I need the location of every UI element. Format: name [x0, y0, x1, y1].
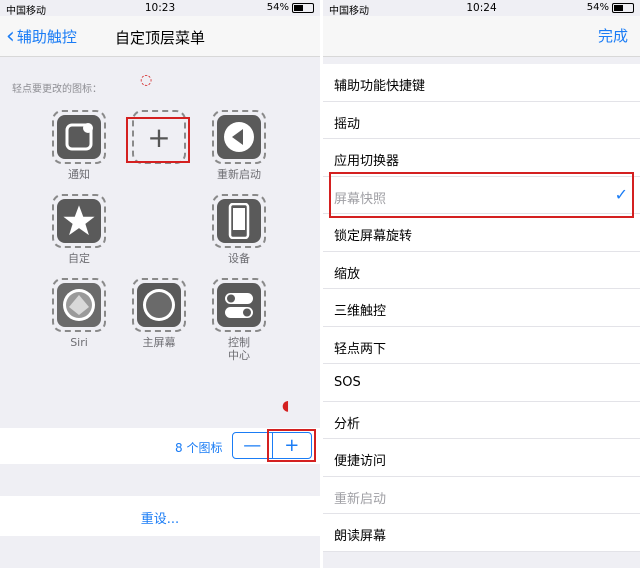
annotation-mark: ◌: [140, 72, 153, 88]
list-item-label: 重新启动: [334, 491, 387, 507]
list-item-label: 轻点两下: [334, 341, 387, 357]
page-title: 自定顶层菜单: [114, 29, 205, 47]
tile-restart[interactable]: [212, 110, 266, 164]
list-item-shake[interactable]: 摇动: [323, 102, 640, 139]
left-screen: 中国移动 10:23 54% ‹ 辅助触控 自定顶层菜单 轻点要更改的图标： ◌…: [0, 0, 320, 568]
list-item-screenshot[interactable]: 屏幕快照 ✓: [323, 171, 640, 218]
battery-percent: 54%: [586, 2, 609, 13]
device-icon: [217, 199, 261, 243]
action-list: 辅助功能快捷键 摇动 应用切换器 屏幕快照 ✓ 锁定屏幕旋转 缩放 三维触控 轻…: [323, 64, 640, 552]
hint-text: 轻点要更改的图标：: [12, 84, 102, 95]
done-button[interactable]: 完成: [598, 25, 628, 46]
battery-icon: [292, 2, 314, 13]
list-item-analytics[interactable]: 分析: [323, 402, 640, 439]
home-icon: [137, 283, 181, 327]
tile-label-home: 主屏幕: [142, 336, 176, 349]
list-item-label: 朗读屏幕: [334, 529, 387, 544]
tile-notification[interactable]: [52, 110, 106, 164]
list-item-label: 分析: [334, 416, 361, 432]
list-item-reachability[interactable]: 便捷访问: [323, 439, 640, 477]
tile-label-notification: 通知: [68, 168, 90, 181]
icon-count: 8 个图标: [175, 441, 223, 455]
tile-device[interactable]: [212, 194, 266, 248]
list-item-3d-touch[interactable]: 三维触控: [323, 289, 640, 327]
reset-row: 重设...: [0, 496, 320, 536]
list-item-label: SOS: [334, 375, 361, 390]
nav-bar: ‹ 辅助触控 自定顶层菜单: [0, 16, 320, 57]
control-center-icon: [217, 283, 261, 327]
tile-label-custom: 自定: [68, 252, 90, 265]
icon-count-bar: 8 个图标 — +: [0, 428, 320, 464]
list-item-label: 缩放: [334, 266, 361, 282]
highlight-box-screenshot: [329, 171, 634, 218]
right-screen: 中国移动 10:24 54% 完成 辅助功能快捷键 摇动 应用切换器 屏幕快照 …: [323, 0, 640, 568]
list-item-speak-screen[interactable]: 朗读屏幕: [323, 514, 640, 552]
tile-label-control-center: 控制 中心: [228, 336, 250, 362]
list-item-label: 便捷访问: [334, 454, 387, 469]
battery-icon: [612, 2, 634, 13]
tile-label-siri: Siri: [70, 336, 88, 349]
list-item-label: 应用切换器: [334, 154, 400, 169]
list-item-label: 辅助功能快捷键: [334, 79, 426, 94]
annotation-mark: ◖: [282, 398, 290, 414]
battery-indicator: 54%: [587, 2, 634, 13]
battery-percent: 54%: [266, 2, 289, 13]
status-bar: 中国移动 10:24 54%: [323, 0, 640, 17]
status-bar: 中国移动 10:23 54%: [0, 0, 320, 17]
tile-label-restart: 重新启动: [217, 168, 261, 181]
nav-bar: 完成: [323, 16, 640, 57]
restart-icon: [217, 115, 261, 159]
tile-label-device: 设备: [228, 252, 250, 265]
list-item-lock-rotation[interactable]: 锁定屏幕旋转: [323, 214, 640, 252]
highlight-box-increase: [267, 429, 316, 462]
list-item-restart[interactable]: 重新启动: [323, 477, 640, 514]
tile-siri[interactable]: [52, 278, 106, 332]
tile-home[interactable]: [132, 278, 186, 332]
list-item-zoom[interactable]: 缩放: [323, 252, 640, 289]
list-item-label: 锁定屏幕旋转: [334, 229, 413, 244]
list-item-label: 三维触控: [334, 304, 387, 319]
star-icon: [57, 199, 101, 243]
tile-custom[interactable]: [52, 194, 106, 248]
list-item-label: 摇动: [334, 116, 361, 132]
highlight-box-add: [126, 117, 190, 163]
notification-icon: [57, 115, 101, 159]
list-item-accessibility-shortcut[interactable]: 辅助功能快捷键: [323, 64, 640, 102]
siri-icon: [57, 283, 101, 327]
list-item-sos[interactable]: SOS: [323, 364, 640, 402]
list-item-double-tap[interactable]: 轻点两下: [323, 327, 640, 364]
tile-control-center[interactable]: [212, 278, 266, 332]
battery-indicator: 54%: [267, 2, 314, 13]
reset-button[interactable]: 重设...: [0, 508, 320, 527]
